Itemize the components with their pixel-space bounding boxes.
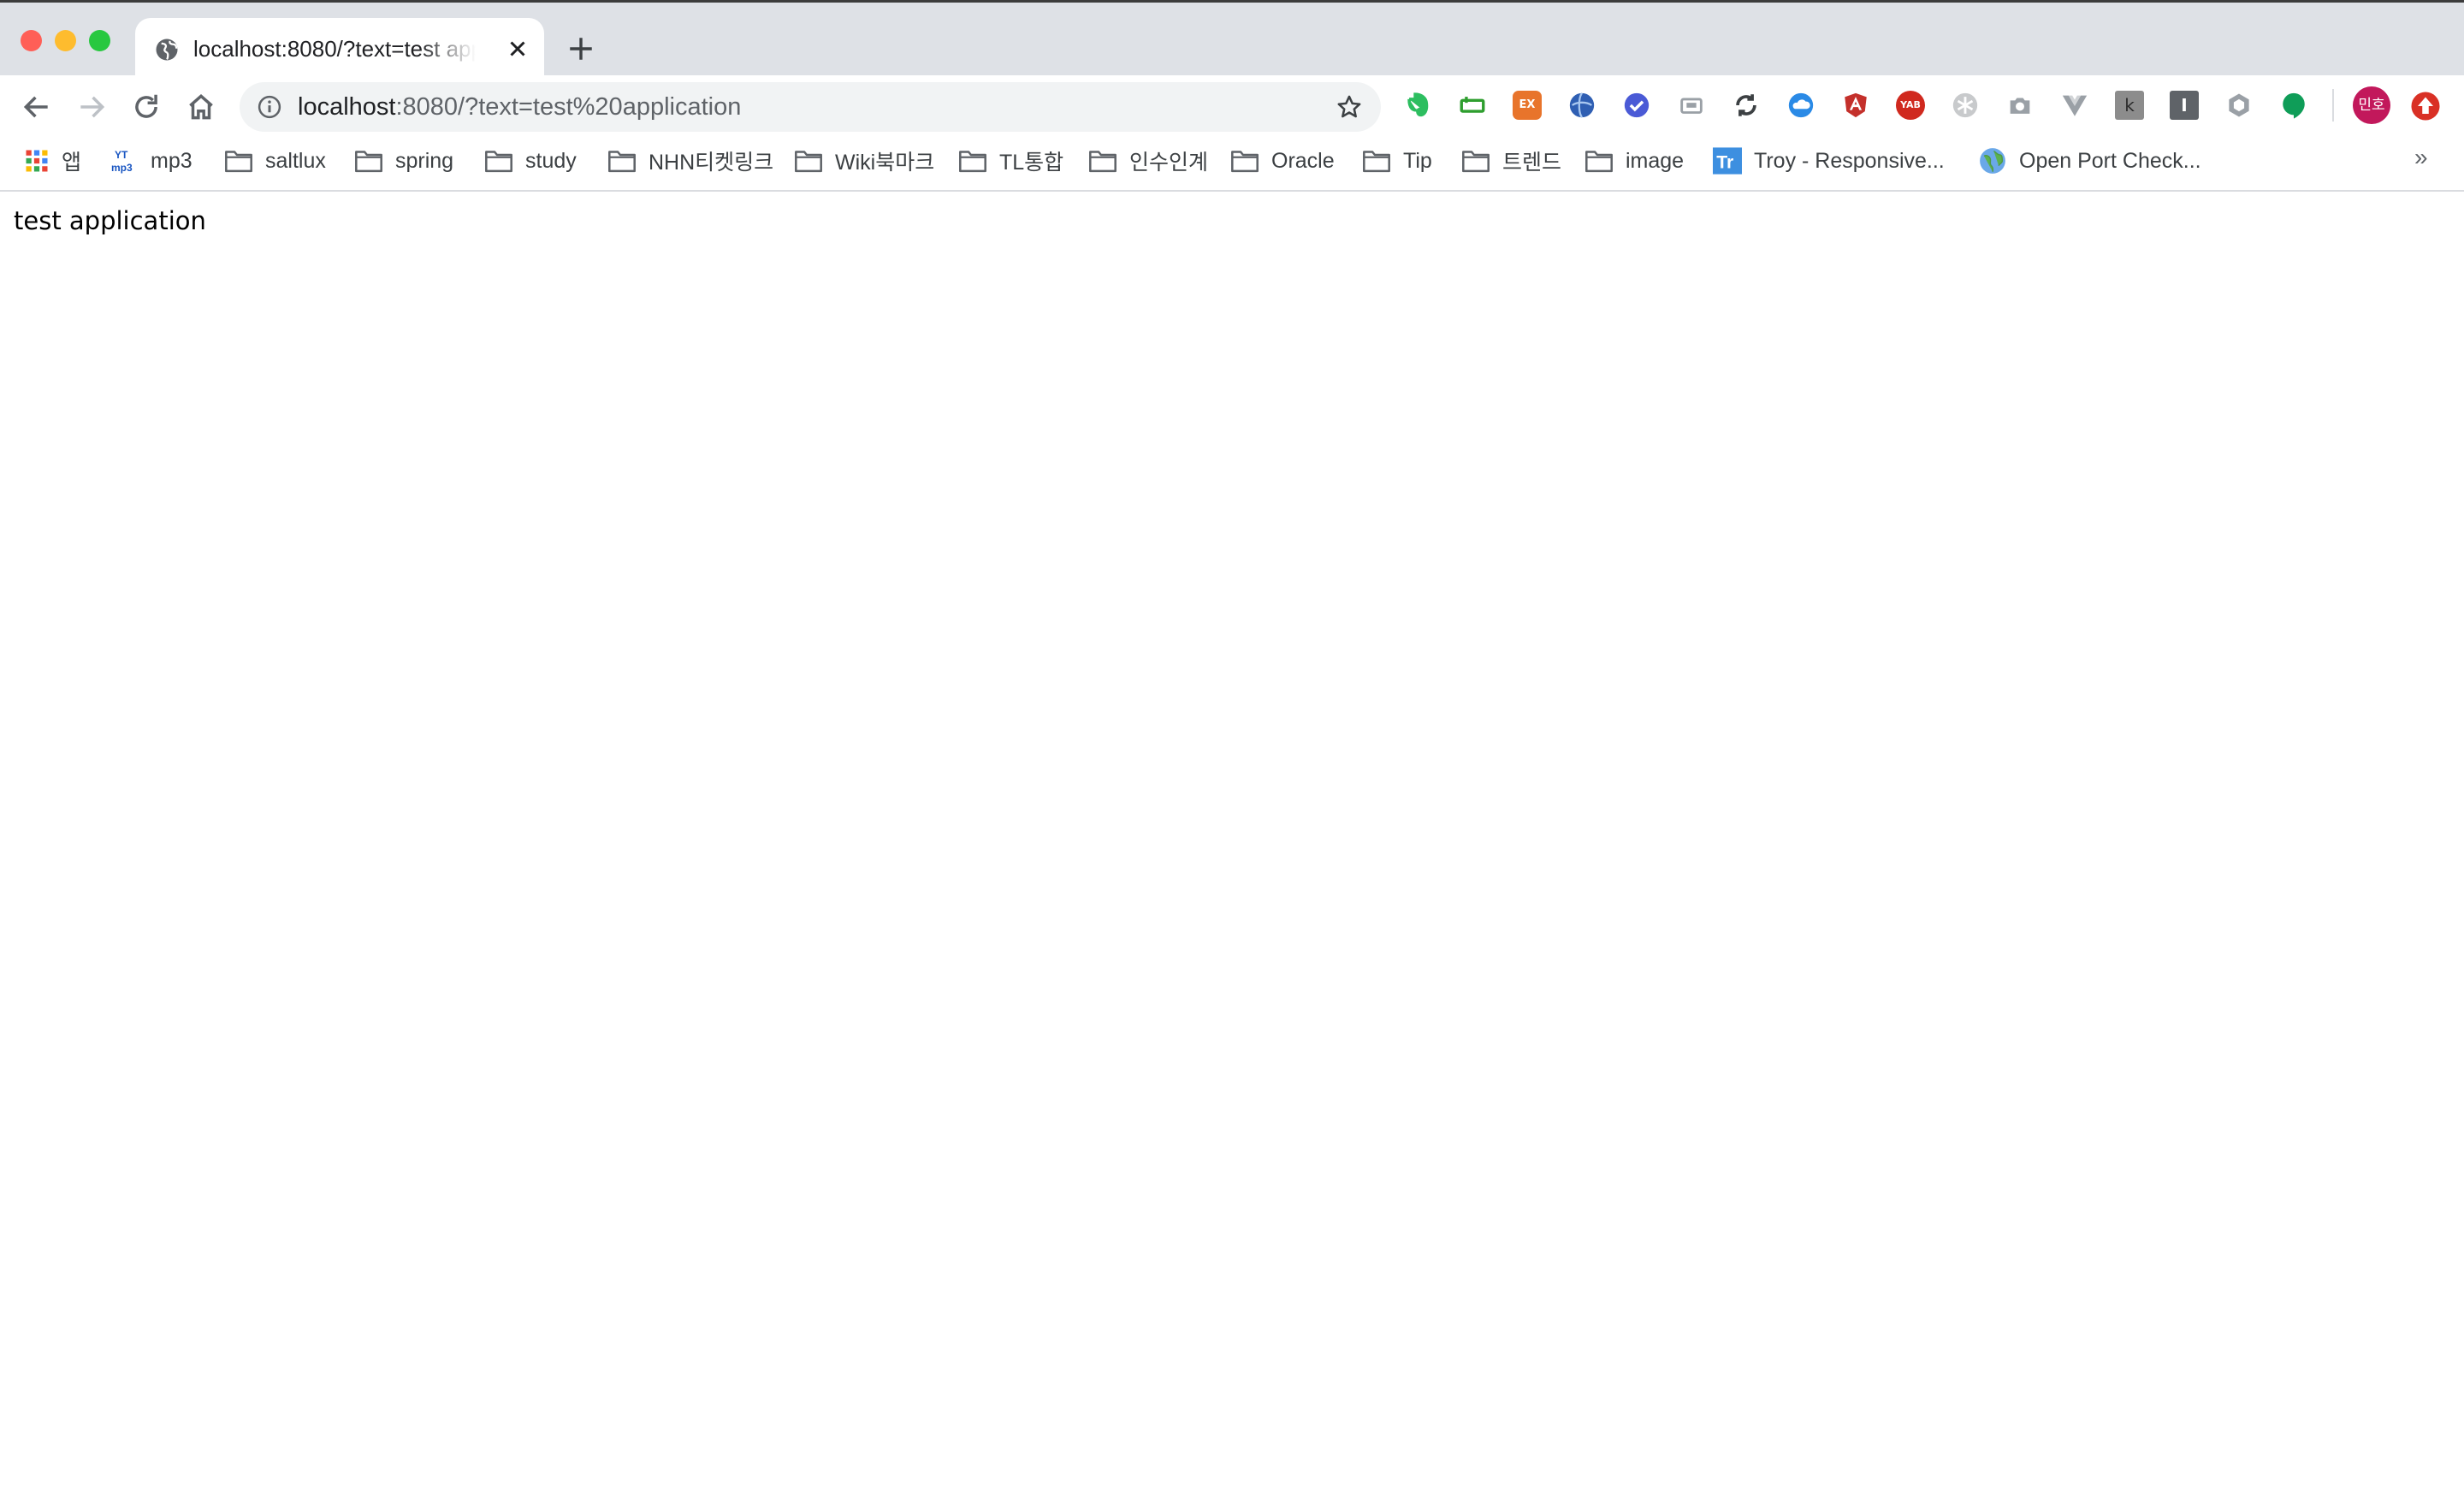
- tr-icon: Tr: [1713, 147, 1742, 175]
- window-close-button[interactable]: [21, 30, 42, 51]
- bookmark-troy[interactable]: Tr Troy - Responsive...: [1713, 145, 1945, 176]
- earth-icon: [1980, 148, 2005, 174]
- ex-badge-icon[interactable]: EX: [1513, 91, 1542, 120]
- camera-icon[interactable]: [2005, 91, 2035, 120]
- folder-icon: [1462, 151, 1490, 173]
- angular-icon[interactable]: [1841, 91, 1870, 120]
- bookmark-open-port-check[interactable]: Open Port Check...: [1978, 145, 2201, 176]
- bookmark-label: spring: [395, 148, 454, 173]
- forward-button[interactable]: [75, 91, 108, 123]
- bookmark-folder-wiki[interactable]: Wiki북마크: [794, 145, 934, 176]
- bookmark-folder-tl[interactable]: TL통합: [958, 145, 1063, 176]
- bookmark-folder-trend[interactable]: 트렌드: [1461, 145, 1561, 176]
- svg-text:mp3: mp3: [111, 162, 133, 174]
- bookmark-label: 트렌드: [1502, 151, 1562, 175]
- bookmark-folder-oracle[interactable]: Oracle: [1230, 145, 1335, 176]
- bookmark-label: Tip: [1403, 148, 1432, 173]
- tab-strip: localhost:8080/?text=test application: [0, 0, 2464, 78]
- tab-title: localhost:8080/?text=test application: [193, 36, 476, 62]
- site-info-icon[interactable]: [257, 94, 282, 120]
- home-button[interactable]: [185, 91, 217, 123]
- bookmark-folder-handover[interactable]: 인수인계: [1088, 145, 1208, 176]
- bookmark-folder-tip[interactable]: Tip: [1362, 145, 1432, 176]
- back-button[interactable]: [21, 91, 53, 123]
- snowflake-icon[interactable]: [1951, 91, 1980, 120]
- hangouts-icon[interactable]: [2279, 91, 2308, 120]
- bookmark-label: saltlux: [265, 148, 326, 173]
- bookmark-label: Open Port Check...: [2019, 148, 2201, 173]
- hexagon-icon[interactable]: [2224, 91, 2254, 120]
- folder-icon: [355, 151, 382, 173]
- bookmark-label: Wiki북마크: [835, 151, 935, 175]
- i-icon[interactable]: I: [2170, 91, 2199, 120]
- update-icon[interactable]: [2410, 91, 2441, 122]
- yt-mp3-icon: YT mp3: [111, 149, 133, 174]
- bookmark-label: 인수인계: [1129, 151, 1209, 175]
- k-icon[interactable]: k: [2115, 91, 2144, 120]
- sync-icon[interactable]: [1732, 91, 1761, 120]
- globe-ext-icon[interactable]: [1567, 91, 1596, 120]
- svg-text:YT: YT: [115, 149, 128, 161]
- folder-icon: [485, 151, 512, 173]
- apps-grid-icon: [26, 150, 48, 172]
- reload-button[interactable]: [130, 91, 163, 123]
- bookmark-label: image: [1626, 148, 1685, 173]
- url-text[interactable]: localhost:8080/?text=test%20application: [298, 92, 741, 122]
- window-maximize-button[interactable]: [89, 30, 110, 51]
- bookmark-mp3[interactable]: YT mp3 mp3: [111, 145, 192, 176]
- bookmark-folder-spring[interactable]: spring: [354, 145, 453, 176]
- globe-icon: [156, 39, 178, 61]
- bookmark-label: Troy - Responsive...: [1754, 148, 1945, 173]
- folder-icon: [608, 151, 636, 173]
- folder-icon: [225, 151, 252, 173]
- bookmark-label: mp3: [151, 148, 192, 173]
- bookmark-folder-saltlux[interactable]: saltlux: [224, 145, 326, 176]
- tag-icon[interactable]: [1458, 91, 1487, 120]
- folder-icon: [1231, 151, 1259, 173]
- screen-icon[interactable]: [1677, 91, 1706, 120]
- evernote-icon[interactable]: [1403, 91, 1432, 120]
- bookmarks-overflow-button[interactable]: »: [2414, 144, 2428, 171]
- bookmark-folder-nhn[interactable]: NHN티켓링크: [607, 145, 773, 176]
- bookmark-label: TL통합: [999, 151, 1064, 175]
- new-tab-button[interactable]: [566, 34, 595, 63]
- folder-icon: [1585, 151, 1613, 173]
- bookmark-star-icon[interactable]: [1335, 92, 1364, 122]
- folder-icon: [1089, 151, 1116, 173]
- bookmark-folder-study[interactable]: study: [484, 145, 577, 176]
- vue-icon[interactable]: [2060, 91, 2089, 120]
- bookmark-label: Oracle: [1271, 148, 1335, 173]
- url-host: localhost: [298, 93, 396, 121]
- address-bar[interactable]: localhost:8080/?text=test%20application: [240, 82, 1381, 132]
- svg-text:Tr: Tr: [1716, 152, 1733, 173]
- tab-close-icon[interactable]: [505, 36, 530, 62]
- bookmark-label: NHN티켓링크: [649, 151, 774, 175]
- cloud-icon[interactable]: [1786, 91, 1815, 120]
- bookmark-label: 앱: [62, 151, 82, 175]
- bookmark-apps[interactable]: 앱: [24, 145, 81, 176]
- check-circle-icon[interactable]: [1622, 91, 1651, 120]
- url-path: :8080/?text=test%20application: [395, 93, 742, 121]
- window-minimize-button[interactable]: [55, 30, 76, 51]
- folder-icon: [795, 151, 822, 173]
- bookmark-folder-image[interactable]: image: [1584, 145, 1684, 176]
- toolbar-separator: [2332, 89, 2334, 122]
- page-body-text: test application: [14, 206, 206, 235]
- folder-icon: [959, 151, 986, 173]
- profile-avatar[interactable]: 민호: [2353, 86, 2390, 124]
- tab-active[interactable]: localhost:8080/?text=test application: [135, 18, 544, 78]
- folder-icon: [1363, 151, 1390, 173]
- yab-icon[interactable]: YAB: [1896, 91, 1925, 120]
- bookmark-label: study: [525, 148, 577, 173]
